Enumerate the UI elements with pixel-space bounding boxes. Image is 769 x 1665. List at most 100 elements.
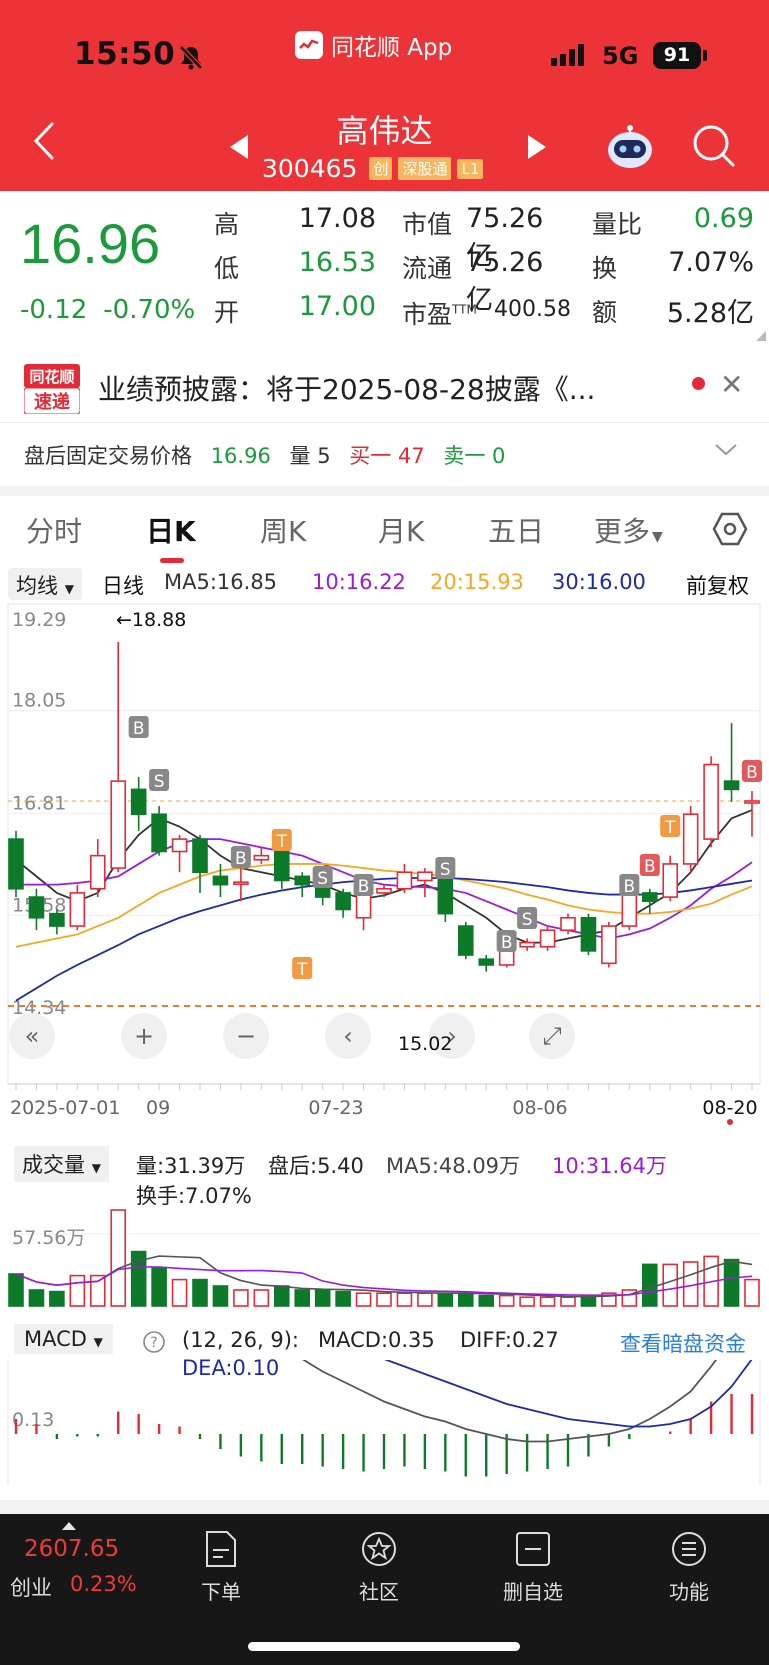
candles xyxy=(8,641,760,972)
volume-bar xyxy=(457,1292,474,1307)
volume-bar xyxy=(723,1258,740,1307)
chevron-down-icon[interactable] xyxy=(714,442,738,458)
open-value: 17.00 xyxy=(298,291,376,322)
volume-bar xyxy=(273,1285,290,1307)
volume-bar xyxy=(28,1289,45,1307)
volume-bar xyxy=(192,1278,208,1307)
candle-down xyxy=(192,838,208,874)
pe-label: 市盈TTM xyxy=(402,300,477,329)
x-axis-label: 08-20 xyxy=(702,1097,757,1119)
search-icon[interactable] xyxy=(692,124,736,168)
minus-square-icon xyxy=(516,1532,550,1566)
volume-bar xyxy=(539,1296,556,1307)
candle-up xyxy=(744,800,760,804)
candle-down xyxy=(457,925,474,956)
nav-functions-label: 功能 xyxy=(669,1580,709,1604)
volume-ma5: MA5:48.09万 xyxy=(386,1154,521,1178)
ma-line-MA5 xyxy=(15,809,753,944)
news-text: 业绩预披露：将于2025-08-28披露《... xyxy=(98,373,596,406)
volume-bar xyxy=(641,1263,658,1307)
candle-up xyxy=(396,871,413,890)
ma-legend: 均线 ▼ 日线 MA5:16.85 10:16.22 20:15.93 30:1… xyxy=(0,566,769,602)
volume-ma5-line xyxy=(15,1255,753,1298)
candle-up xyxy=(233,881,249,885)
app-badge[interactable]: 同花顺 App xyxy=(295,28,452,62)
pe-value: 400.58 xyxy=(494,297,571,322)
ma-select[interactable]: 均线 ▼ xyxy=(8,568,82,600)
stock-code: 300465 xyxy=(262,154,358,183)
adjust-mode[interactable]: 前复权 xyxy=(686,570,749,600)
volume-bar xyxy=(110,1209,127,1307)
volume-ratio-label: 量比 xyxy=(592,210,643,239)
nav-community-label: 社区 xyxy=(359,1580,399,1604)
volume-chart[interactable]: 57.56万 xyxy=(0,1200,769,1312)
volume-select[interactable]: 成交量 ▼ xyxy=(14,1146,109,1182)
ma5-value: MA5:16.85 xyxy=(164,570,278,594)
tab-fenshi[interactable]: 分时 xyxy=(26,510,82,550)
t-marker-label: T xyxy=(276,832,288,852)
home-indicator[interactable] xyxy=(248,1642,520,1651)
network-label: 5G xyxy=(602,42,639,70)
close-icon[interactable]: ✕ xyxy=(720,368,743,401)
candle-up xyxy=(539,929,556,948)
macd-chart[interactable]: 0.13 xyxy=(0,1360,769,1485)
index-value[interactable]: 2607.65 xyxy=(24,1536,119,1562)
tab-five-day[interactable]: 五日 xyxy=(488,510,544,550)
candle-down xyxy=(478,958,495,966)
ma10-value: 10:16.22 xyxy=(312,570,406,594)
candle-down xyxy=(294,875,311,886)
candle-up xyxy=(376,887,392,894)
tab-monthly-k[interactable]: 月K xyxy=(378,510,424,550)
nav-order[interactable]: 下单 xyxy=(176,1530,266,1605)
x-axis-label: 08-06 xyxy=(512,1097,567,1119)
volume-bar xyxy=(294,1289,311,1307)
candle-down xyxy=(580,916,597,952)
tab-weekly-k[interactable]: 周K xyxy=(260,510,306,550)
next-stock-icon[interactable] xyxy=(526,134,548,160)
index-name: 创业 xyxy=(10,1576,52,1600)
tab-more[interactable]: 更多 ▼ xyxy=(594,510,663,550)
candle-up xyxy=(601,925,617,965)
candle-up xyxy=(89,854,106,890)
amount-value: 5.28亿 xyxy=(666,298,754,329)
macd-select[interactable]: MACD ▼ xyxy=(14,1324,113,1354)
period-tabs: 分时 日K 周K 月K 五日 更多 ▼ xyxy=(0,496,769,564)
candle-up xyxy=(662,863,679,898)
sell-marker-label: S xyxy=(154,772,165,792)
nav-community[interactable]: 社区 xyxy=(334,1530,424,1605)
order-document-icon xyxy=(206,1531,236,1567)
expand-up-icon[interactable] xyxy=(62,1522,76,1530)
corner-fold-icon xyxy=(756,331,766,341)
amount-label: 额 xyxy=(592,298,618,327)
afterhours-row[interactable]: 盘后固定交易价格 16.96 量 5 买一 47 卖一 0 xyxy=(24,440,505,470)
svg-text:同花顺: 同花顺 xyxy=(29,368,74,386)
t-marker-label: T xyxy=(664,818,676,838)
kline-chart[interactable]: 19.2918.0516.8115.5814.34 BSBTSBSBSBBTBT… xyxy=(0,600,769,1140)
zoom-in-button-glyph: + xyxy=(134,1022,154,1050)
hexagon-settings-icon[interactable] xyxy=(712,512,748,546)
volume-bar xyxy=(437,1292,454,1307)
buy1-label: 买一 xyxy=(349,444,392,468)
news-banner[interactable]: 同花顺 速递 业绩预披露：将于2025-08-28披露《... xyxy=(0,356,769,426)
volume-bar xyxy=(560,1296,576,1307)
robot-assistant-icon[interactable] xyxy=(604,122,656,170)
sell-marker-label: S xyxy=(317,869,328,889)
stock-code-row: 300465 创 深股通 L1 xyxy=(262,154,484,183)
bell-off-icon xyxy=(179,45,203,70)
volume-bar xyxy=(233,1289,249,1307)
help-icon[interactable]: ? xyxy=(142,1330,166,1354)
ma-lines xyxy=(15,809,753,1002)
community-star-icon xyxy=(362,1532,396,1566)
candle-down xyxy=(335,892,351,911)
turnover-label: 换 xyxy=(592,254,618,283)
section-gap xyxy=(0,1500,769,1514)
dark-pool-link[interactable]: 查看暗盘资金 xyxy=(620,1328,746,1358)
nav-functions[interactable]: 功能 xyxy=(644,1530,734,1605)
mcap-label: 市值 xyxy=(402,210,453,239)
nav-remove-watchlist[interactable]: 删自选 xyxy=(488,1530,578,1605)
index-percent: 0.23% xyxy=(70,1572,137,1596)
high-value: 17.08 xyxy=(298,203,376,234)
svg-text:?: ? xyxy=(150,1335,157,1351)
tab-daily-k[interactable]: 日K xyxy=(146,510,196,550)
candle-down xyxy=(273,850,290,882)
